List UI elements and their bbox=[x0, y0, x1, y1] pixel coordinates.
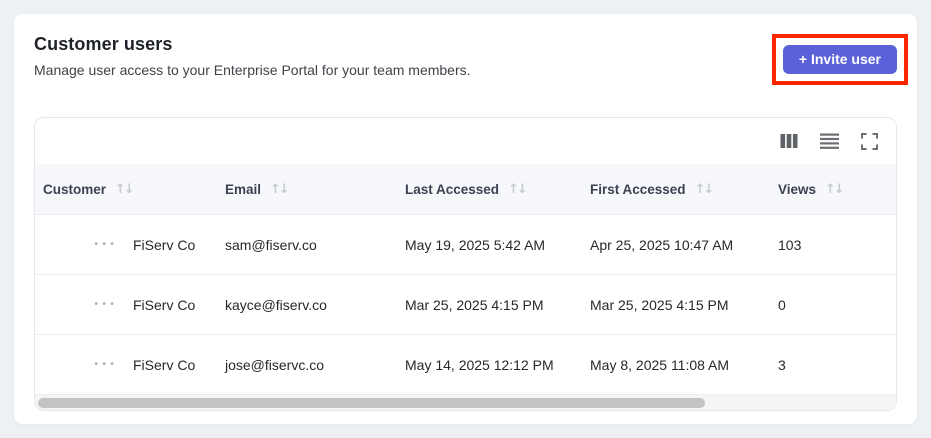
page-subtitle: Manage user access to your Enterprise Po… bbox=[34, 62, 471, 78]
column-header-customer[interactable]: Customer ↑↓ bbox=[35, 182, 217, 197]
table-toolbar bbox=[35, 118, 896, 164]
column-header-label: Customer bbox=[43, 181, 107, 197]
horizontal-scrollbar[interactable] bbox=[35, 394, 896, 410]
column-header-label: First Accessed bbox=[590, 181, 686, 197]
views-cell: 3 bbox=[778, 356, 786, 373]
customer-cell: FiServ Co bbox=[133, 296, 196, 313]
column-header-views[interactable]: Views ↑↓ bbox=[770, 182, 896, 197]
fullscreen-icon[interactable] bbox=[856, 128, 882, 154]
annotation-highlight: + Invite user bbox=[771, 34, 908, 85]
row-actions-cell: ••• bbox=[35, 235, 125, 254]
sort-icon[interactable]: ↑↓ bbox=[695, 182, 715, 197]
column-header-last-accessed[interactable]: Last Accessed ↑↓ bbox=[397, 182, 582, 197]
customer-cell: FiServ Co bbox=[133, 236, 196, 253]
column-header-email[interactable]: Email ↑↓ bbox=[217, 182, 397, 197]
sort-icon[interactable]: ↑↓ bbox=[825, 182, 845, 197]
header-text-block: Customer users Manage user access to you… bbox=[34, 34, 471, 78]
last-accessed-cell: May 19, 2025 5:42 AM bbox=[405, 236, 546, 253]
last-accessed-cell: Mar 25, 2025 4:15 PM bbox=[405, 296, 544, 313]
table-row: ••• FiServ Co jose@fiservc.co May 14, 20… bbox=[35, 334, 896, 394]
column-header-label: Last Accessed bbox=[405, 181, 500, 197]
row-actions-cell: ••• bbox=[35, 295, 125, 314]
views-cell: 103 bbox=[778, 236, 802, 253]
first-accessed-cell: May 8, 2025 11:08 AM bbox=[590, 356, 730, 373]
first-accessed-cell: Mar 25, 2025 4:15 PM bbox=[590, 296, 729, 313]
email-cell: sam@fiserv.co bbox=[225, 236, 317, 253]
scrollbar-thumb[interactable] bbox=[38, 398, 705, 408]
table-header-row: Customer ↑↓ Email ↑↓ Last Accessed ↑↓ Fi… bbox=[35, 164, 896, 214]
email-cell: kayce@fiserv.co bbox=[225, 296, 327, 313]
density-icon[interactable] bbox=[816, 128, 842, 154]
table-row: ••• FiServ Co sam@fiserv.co May 19, 2025… bbox=[35, 214, 896, 274]
column-header-first-accessed[interactable]: First Accessed ↑↓ bbox=[582, 182, 770, 197]
customer-cell: FiServ Co bbox=[133, 356, 196, 373]
email-cell: jose@fiservc.co bbox=[225, 356, 325, 373]
users-table: Customer ↑↓ Email ↑↓ Last Accessed ↑↓ Fi… bbox=[34, 117, 897, 411]
column-header-label: Email bbox=[225, 181, 262, 197]
last-accessed-cell: May 14, 2025 12:12 PM bbox=[405, 356, 554, 373]
column-header-label: Views bbox=[778, 181, 817, 197]
sort-icon[interactable]: ↑↓ bbox=[270, 182, 290, 197]
page-title: Customer users bbox=[34, 34, 173, 54]
row-actions-cell: ••• bbox=[35, 355, 125, 374]
sort-icon[interactable]: ↑↓ bbox=[115, 182, 135, 197]
columns-icon[interactable] bbox=[776, 128, 802, 154]
first-accessed-cell: Apr 25, 2025 10:47 AM bbox=[590, 236, 734, 253]
views-cell: 0 bbox=[778, 296, 786, 313]
row-menu-icon[interactable]: ••• bbox=[91, 355, 119, 374]
row-menu-icon[interactable]: ••• bbox=[91, 235, 119, 254]
invite-user-button[interactable]: + Invite user bbox=[782, 45, 897, 74]
sort-icon[interactable]: ↑↓ bbox=[508, 182, 528, 197]
row-menu-icon[interactable]: ••• bbox=[91, 295, 119, 314]
customer-users-card: Customer users Manage user access to you… bbox=[13, 13, 918, 425]
table-row: ••• FiServ Co kayce@fiserv.co Mar 25, 20… bbox=[35, 274, 896, 334]
card-header: Customer users Manage user access to you… bbox=[34, 34, 908, 85]
